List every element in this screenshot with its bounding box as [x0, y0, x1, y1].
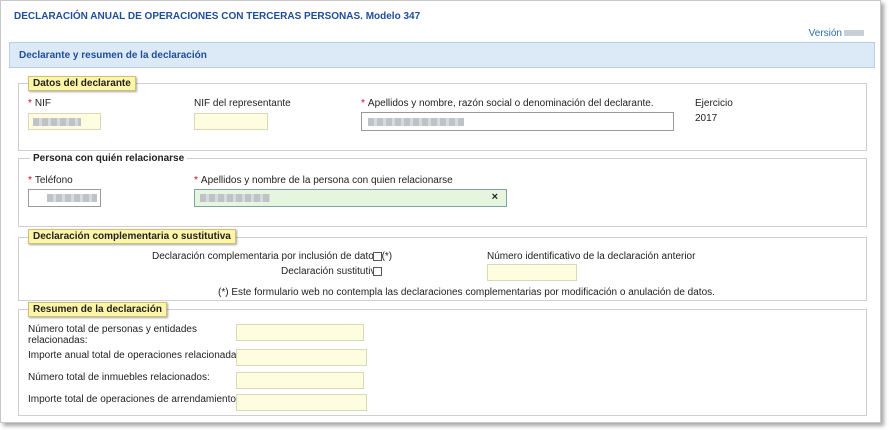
nombre-contacto-value-redacted	[200, 194, 270, 202]
arrendamiento-label: Importe total de operaciones de arrendam…	[28, 394, 239, 405]
form-window: DECLARACIÓN ANUAL DE OPERACIONES CON TER…	[0, 0, 881, 423]
numero-anterior-label: Número identificativo de la declaración …	[487, 251, 696, 262]
nif-representante-input[interactable]	[194, 113, 268, 130]
nombre-contacto-input[interactable]: ×	[194, 189, 507, 207]
sustitutiva-label: Declaración sustitutiva	[281, 266, 382, 277]
telefono-value-redacted	[47, 194, 97, 202]
ejercicio-value: 2017	[695, 113, 718, 124]
section-header-title: Declarante y resumen de la declaración	[19, 50, 207, 61]
arrendamiento-input[interactable]	[236, 394, 367, 411]
legend-contacto: Persona con quién relacionarse	[30, 153, 188, 164]
nif-value-redacted	[33, 118, 81, 126]
telefono-label: * Teléfono	[28, 175, 73, 186]
personas-label: Número total de personas y entidades rela…	[28, 324, 197, 346]
complementaria-checkbox[interactable]	[373, 252, 382, 261]
legend-complementaria: Declaración complementaria o sustitutiva	[28, 229, 236, 244]
personas-input[interactable]	[236, 324, 364, 341]
version-number-redacted	[844, 30, 864, 37]
required-mark: *	[28, 98, 32, 109]
page-title: DECLARACIÓN ANUAL DE OPERACIONES CON TER…	[14, 11, 421, 22]
importe-label: Importe anual total de operaciones relac…	[28, 350, 245, 361]
nombre-contacto-label: * Apellidos y nombre de la persona con qu…	[194, 175, 453, 186]
required-mark: *	[361, 98, 365, 109]
nif-input[interactable]	[28, 113, 101, 130]
legend-resumen: Resumen de la declaración	[28, 302, 167, 317]
complementaria-note: (*) Este formulario web no contempla las…	[218, 287, 715, 298]
complementaria-label: Declaración complementaria por inclusión…	[152, 251, 393, 262]
sustitutiva-checkbox[interactable]	[373, 267, 382, 276]
version-label: Versión	[809, 28, 864, 39]
nif-label: * NIF	[28, 98, 52, 109]
required-mark: *	[28, 175, 32, 186]
nif-representante-label: NIF del representante	[194, 98, 291, 109]
inmuebles-label: Número total de inmuebles relacionados:	[28, 372, 210, 383]
nombre-declarante-label: * Apellidos y nombre, razón social o deno…	[361, 98, 654, 109]
numero-anterior-input[interactable]	[487, 264, 577, 281]
clear-icon[interactable]: ×	[492, 191, 498, 203]
legend-declarante: Datos del declarante	[28, 76, 136, 91]
section-header: Declarante y resumen de la declaración	[9, 42, 875, 68]
required-mark: *	[194, 175, 198, 186]
inmuebles-input[interactable]	[236, 372, 364, 389]
nombre-declarante-input[interactable]	[361, 112, 674, 131]
ejercicio-label: Ejercicio	[695, 98, 733, 109]
telefono-input[interactable]	[28, 189, 101, 207]
nombre-value-redacted	[368, 118, 464, 126]
importe-input[interactable]	[236, 349, 367, 366]
